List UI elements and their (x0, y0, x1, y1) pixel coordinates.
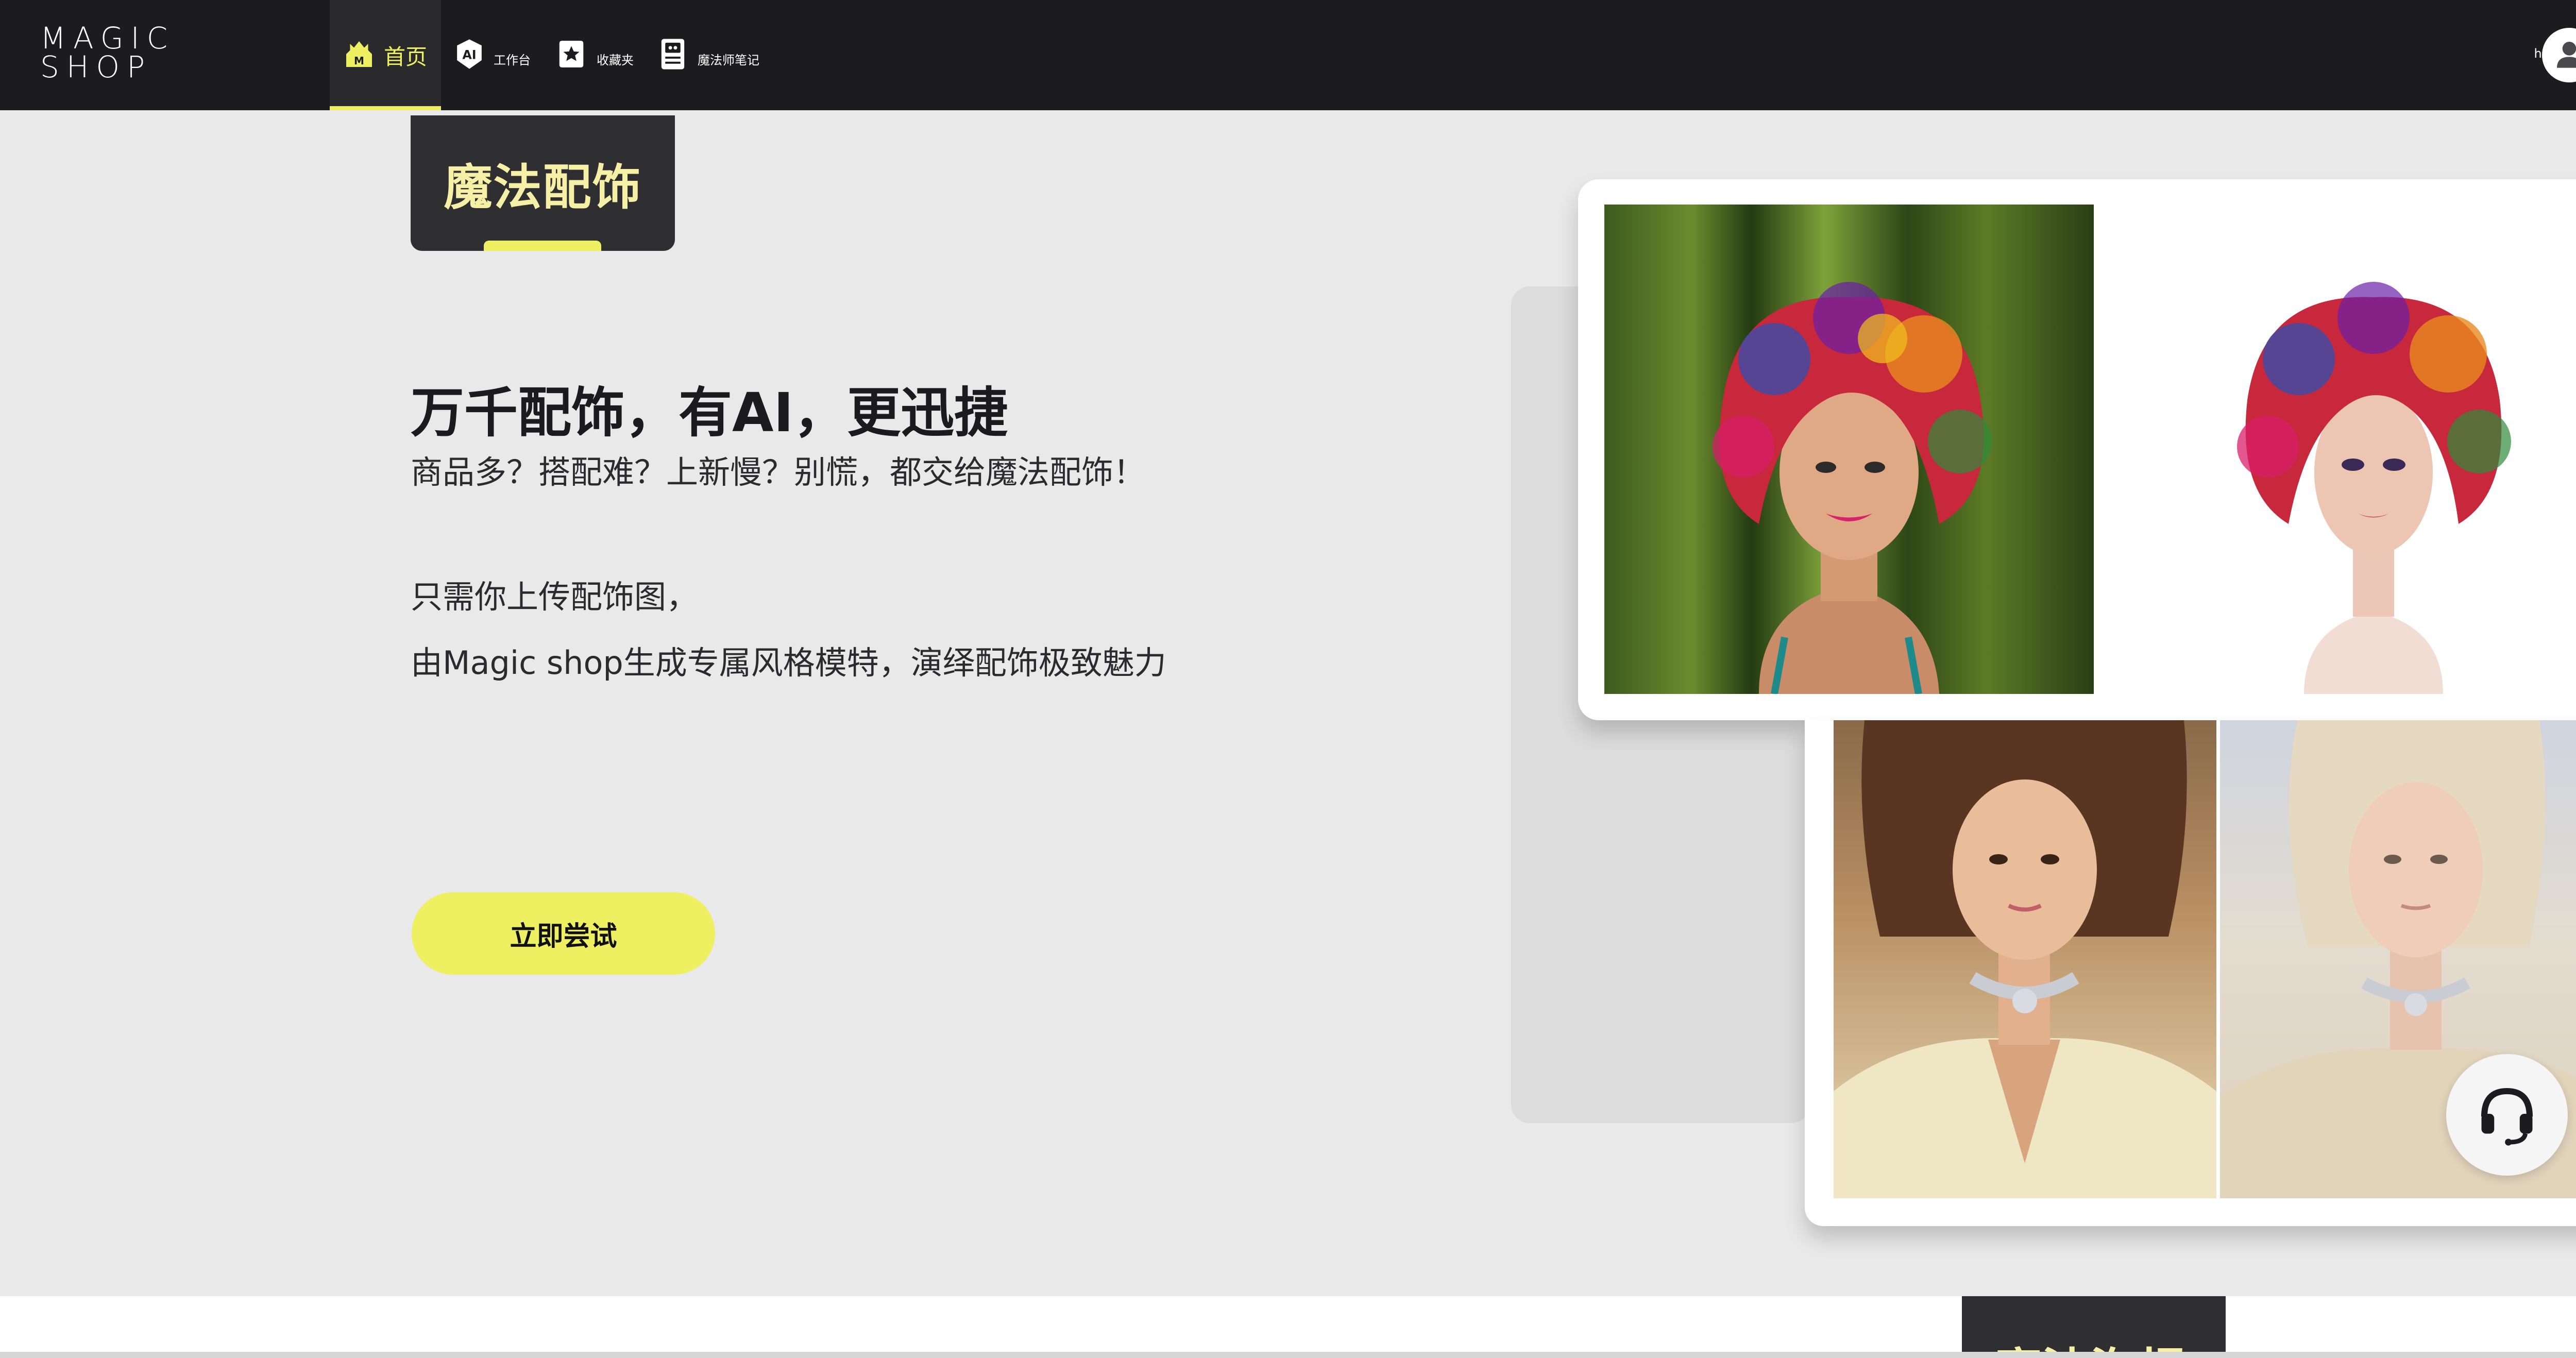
hero-description-line1: 只需你上传配饰图， (411, 578, 699, 616)
nav-item-notes[interactable]: 魔法师笔记 (657, 0, 759, 110)
mannequin-wig-photo (2134, 205, 2576, 694)
notebook-icon (657, 38, 688, 73)
nav-item-workbench[interactable]: AI 工作台 (454, 0, 531, 110)
nav-item-label: 收藏夹 (597, 53, 634, 67)
star-icon (555, 38, 587, 72)
section-tag-text: 魔法配饰 (444, 159, 642, 216)
section-tag-magic-accessories: 魔法配饰 (411, 115, 675, 251)
svg-text:M: M (354, 55, 364, 67)
user-icon (2553, 38, 2576, 73)
section-tag-underline (484, 241, 601, 251)
svg-text:AI: AI (462, 48, 476, 62)
logo-text: MAGIC SHOP (40, 21, 175, 84)
customer-support-button[interactable] (2446, 1054, 2568, 1176)
castle-icon: M (344, 39, 375, 72)
headset-icon (2473, 1080, 2541, 1150)
nav-item-label: 首页 (383, 44, 427, 70)
try-now-button[interactable]: 立即尝试 (412, 892, 715, 975)
section-tag-magic-poster: 魔法海报 (1962, 1296, 2226, 1358)
nav-item-favorites[interactable]: 收藏夹 (555, 0, 634, 110)
ai-icon: AI (454, 38, 484, 72)
nav-item-label: 工作台 (494, 53, 531, 67)
nav-item-home[interactable]: M 首页 (330, 0, 441, 110)
active-indicator (330, 106, 441, 110)
nav-item-label: 魔法师笔记 (698, 53, 759, 67)
hero-headline: 万千配饰，有AI，更迅捷 (411, 381, 1008, 444)
logo[interactable]: MAGIC SHOP (40, 21, 195, 84)
model-necklace-photo-1 (1834, 720, 2216, 1198)
model-wig-photo (1604, 205, 2094, 694)
avatar[interactable] (2542, 28, 2576, 82)
showcase-card-wig (1578, 179, 2576, 720)
hero-subline: 商品多？搭配难？上新慢？别慌，都交给魔法配饰！ (411, 453, 1146, 491)
hero-description-line2: 由Magic shop生成专属风格模特，演绎配饰极致魅力 (411, 644, 1166, 682)
next-section: 魔法海报 (0, 1296, 2576, 1358)
top-navbar: MAGIC SHOP M 首页 AI 工作台 收藏夹 魔法师笔记 (0, 0, 2576, 110)
bottom-divider (0, 1352, 2576, 1358)
